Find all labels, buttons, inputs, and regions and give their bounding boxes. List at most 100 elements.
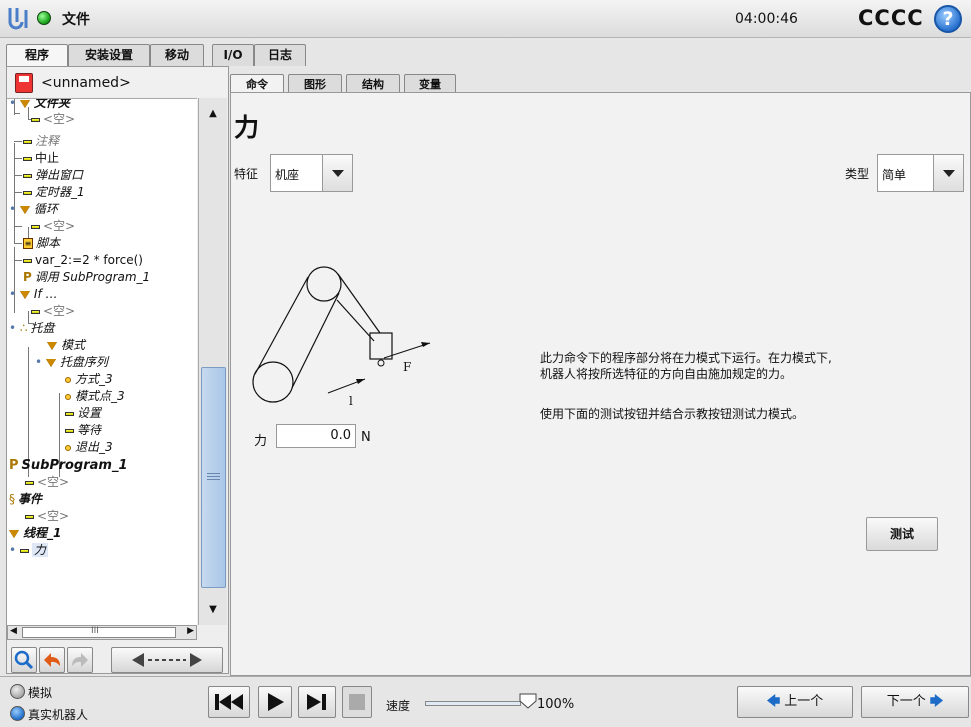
tree-item-folder[interactable]: • 文件夹 <box>9 99 70 112</box>
speed-slider-knob[interactable] <box>519 693 537 709</box>
program-name: <unnamed> <box>41 75 131 91</box>
save-disk-icon[interactable] <box>15 73 33 93</box>
horizontal-scroll-thumb[interactable]: III <box>22 626 176 638</box>
tree-item-wait[interactable]: 等待 <box>65 422 101 439</box>
type-dropdown[interactable]: 简单 <box>877 154 964 192</box>
search-button[interactable] <box>11 647 37 673</box>
tree-item-event[interactable]: § 事件 <box>9 491 42 508</box>
halt-bar-icon <box>23 156 32 161</box>
tree-vertical-scrollbar[interactable]: ▲ ▼ <box>198 98 227 625</box>
feature-dropdown[interactable]: 机座 <box>270 154 353 192</box>
diagram-force-label: F <box>403 360 412 374</box>
next-button[interactable]: 下一个 🡆 <box>861 686 969 718</box>
tree-item-comment[interactable]: 注释 <box>23 133 59 150</box>
loop-triangle-icon <box>19 205 30 214</box>
wait-bar-icon <box>65 428 74 433</box>
scroll-thumb[interactable] <box>201 367 226 588</box>
tree-item-popup[interactable]: 弹出窗口 <box>23 167 83 184</box>
redo-button[interactable] <box>67 647 93 673</box>
tab-graphics[interactable]: 图形 <box>288 74 342 94</box>
tree-item-pattern[interactable]: 模式 <box>47 337 85 354</box>
event-icon: § <box>9 492 15 506</box>
undo-button[interactable] <box>39 647 65 673</box>
scroll-left-icon[interactable]: ◀ <box>10 626 17 636</box>
tree-item-waypoint[interactable]: 方式_3 <box>65 371 113 388</box>
tree-item-force[interactable]: • 力 <box>9 542 48 559</box>
script-icon: ≡ <box>23 238 33 249</box>
tree-item-empty[interactable]: <空> <box>25 474 69 491</box>
stop-button[interactable] <box>342 686 372 718</box>
tree-item-pallet-sequence[interactable]: • 托盘序列 <box>35 354 108 371</box>
tab-variables[interactable]: 变量 <box>404 74 456 94</box>
tab-io[interactable]: I/O <box>212 44 254 66</box>
speed-slider[interactable] <box>425 701 521 706</box>
scroll-down-icon[interactable]: ▼ <box>199 598 227 622</box>
clock-display: 04:00:46 <box>735 11 798 27</box>
tree-item-assignment[interactable]: var_2:=2 * force() <box>23 252 143 269</box>
chevron-down-icon[interactable] <box>322 155 352 191</box>
scroll-thumb-grip: III <box>91 626 99 636</box>
scroll-up-icon[interactable]: ▲ <box>199 102 227 126</box>
chevron-down-icon[interactable] <box>933 155 963 191</box>
step-button[interactable] <box>298 686 336 718</box>
real-robot-label: 真实机器人 <box>28 708 89 722</box>
tree-item-pallet[interactable]: • ∴ 托盘 <box>9 320 55 337</box>
move-node-button[interactable] <box>111 647 223 673</box>
feature-value: 机座 <box>275 168 300 182</box>
tab-move[interactable]: 移动 <box>150 44 204 66</box>
program-tree-panel: <unnamed> • 文件夹 <空> 注释 中止 弹出窗口 定时器_1 • 循… <box>6 66 229 674</box>
tab-command[interactable]: 命令 <box>230 74 284 94</box>
empty-bar-icon <box>25 514 34 519</box>
test-button[interactable]: 测试 <box>866 517 938 551</box>
waypoint-dot-icon <box>65 376 71 383</box>
tab-structure[interactable]: 结构 <box>346 74 400 94</box>
force-label: 力 <box>254 434 268 449</box>
real-robot-radio[interactable] <box>10 706 25 721</box>
tree-item-waypoint[interactable]: 退出_3 <box>65 439 113 456</box>
scroll-right-icon[interactable]: ▶ <box>187 626 194 636</box>
previous-button[interactable]: 🡄 上一个 <box>737 686 853 718</box>
tree-item-empty[interactable]: <空> <box>31 111 75 128</box>
ur-logo-icon[interactable] <box>8 6 28 30</box>
tree-toolbar <box>11 647 225 673</box>
waypoint-dot-icon <box>65 444 71 451</box>
undo-arrow-icon <box>44 653 60 667</box>
tree-item-empty[interactable]: <空> <box>31 303 75 320</box>
type-value: 简单 <box>882 168 907 182</box>
tree-item-set[interactable]: 设置 <box>65 405 101 422</box>
tab-installation[interactable]: 安装设置 <box>68 44 150 66</box>
tree-item-loop[interactable]: • 循环 <box>9 201 58 218</box>
tree-item-script[interactable]: ≡ 脚本 <box>23 235 60 252</box>
tree-item-if[interactable]: • If … <box>9 286 57 303</box>
step-icon <box>307 694 326 710</box>
tree-item-halt[interactable]: 中止 <box>23 150 59 167</box>
top-bar: 文件 04:00:46 CCCC ? <box>0 0 971 38</box>
tree-item-thread[interactable]: 线程_1 <box>9 525 61 542</box>
tree-item-empty[interactable]: <空> <box>31 218 75 235</box>
tree-item-empty[interactable]: <空> <box>25 508 69 525</box>
file-menu[interactable]: 文件 <box>62 9 90 29</box>
pallet-icon: ∴ <box>19 321 28 335</box>
tree-item-waypoint[interactable]: 模式点_3 <box>65 388 125 405</box>
tree-item-call[interactable]: P 调用 SubProgram_1 <box>23 269 150 286</box>
force-bar-icon <box>19 548 29 553</box>
help-icon[interactable]: ? <box>934 5 962 33</box>
empty-bar-icon <box>31 309 40 314</box>
assignment-bar-icon <box>23 258 32 263</box>
page-title: 力 <box>234 113 260 142</box>
previous-label: 上一个 <box>784 694 824 709</box>
tree-horizontal-scrollbar[interactable]: ◀ III ▶ <box>7 625 197 640</box>
left-right-arrows-icon <box>132 653 202 667</box>
simulation-radio[interactable] <box>10 684 25 699</box>
skip-start-button[interactable] <box>208 686 250 718</box>
timer-bar-icon <box>23 190 32 195</box>
tree-item-subprogram[interactable]: P SubProgram_1 <box>9 457 128 474</box>
tab-log[interactable]: 日志 <box>254 44 306 66</box>
speed-value: 100% <box>537 697 575 712</box>
subprogram-icon: P <box>9 458 19 473</box>
call-icon: P <box>23 270 32 284</box>
force-input[interactable]: 0.0 <box>276 424 356 448</box>
tree-item-timer[interactable]: 定时器_1 <box>23 184 85 201</box>
play-button[interactable] <box>258 686 292 718</box>
tab-program[interactable]: 程序 <box>6 44 68 68</box>
